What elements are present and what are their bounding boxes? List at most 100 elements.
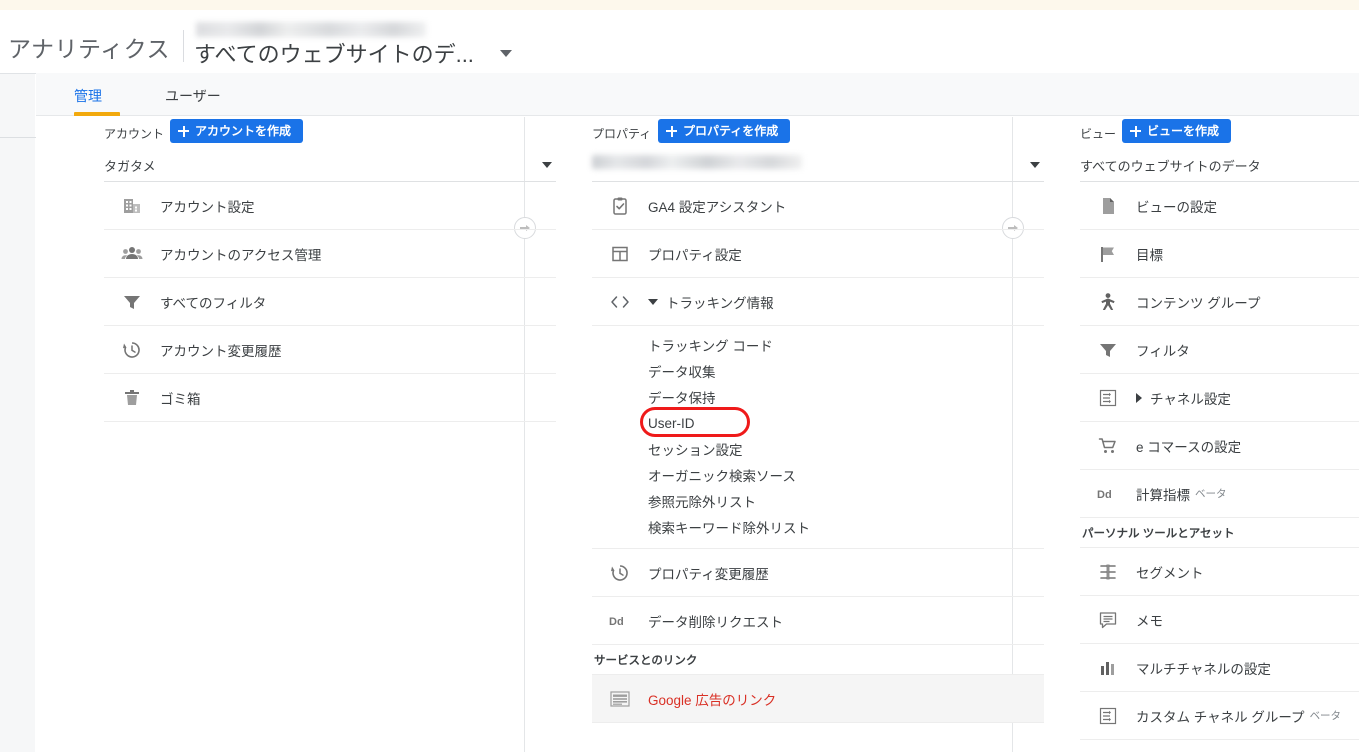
calculated-metrics-row[interactable]: Dd 計算指標 ベータ [1080,470,1359,518]
channel-arrows-icon [1096,386,1120,410]
calculated-metrics-beta-badge: ベータ [1195,488,1227,500]
chevron-down-icon[interactable] [1030,162,1040,168]
create-account-label: アカウントを作成 [195,124,292,138]
ga4-setup-assistant-row[interactable]: GA4 設定アシスタント [592,182,1044,230]
document-icon [1096,194,1120,218]
content-grouping-label: コンテンツ グループ [1136,295,1261,311]
account-access-management-label: アカウントのアクセス管理 [160,247,322,263]
user-id-label: User-ID [648,415,695,431]
chevron-down-icon[interactable] [542,162,552,168]
channel-settings-row[interactable]: チャネル設定 [1080,374,1359,422]
account-name-redacted [196,22,426,37]
svg-text:Dd: Dd [609,616,624,628]
referral-exclusion-list-label: 参照元除外リスト [648,495,756,510]
content-grouping-row[interactable]: コンテンツ グループ [1080,278,1359,326]
segments-row[interactable]: セグメント [1080,548,1359,596]
plus-icon [666,125,677,137]
view-selector[interactable]: すべてのウェブサイトのデータ [1080,151,1359,182]
data-deletion-requests-row[interactable]: Dd データ削除リクエスト [592,597,1044,645]
property-selector[interactable] [592,151,1044,182]
multi-channel-settings-label: マルチチャネルの設定 [1136,661,1271,677]
create-view-button[interactable]: ビューを作成 [1122,119,1232,143]
property-name-redacted [592,155,802,169]
app-brand-title: アナリティクス [8,36,170,62]
header-divider [183,30,184,62]
google-ads-linking-row[interactable]: Google 広告のリンク [592,675,1044,723]
create-property-button[interactable]: プロパティを作成 [658,119,791,143]
user-id-row[interactable]: User-ID [592,407,1044,437]
trash-icon [120,386,144,410]
dd-icon: Dd [608,609,632,633]
account-change-history-row[interactable]: アカウント変更履歴 [104,326,556,374]
tab-active-underline [74,112,120,116]
rail-divider [0,73,36,74]
session-settings-row[interactable]: セッション設定 [592,436,1044,462]
property-change-history-label: プロパティ変更履歴 [648,566,769,582]
ecommerce-settings-row[interactable]: e コマースの設定 [1080,422,1359,470]
account-selector[interactable]: タガタメ [104,151,556,182]
account-access-management-row[interactable]: アカウントのアクセス管理 [104,230,556,278]
view-filters-row[interactable]: フィルタ [1080,326,1359,374]
data-collection-label: データ収集 [648,365,716,380]
chevron-right-icon[interactable] [1136,392,1142,403]
view-column-label: ビュー [1080,127,1117,141]
google-ads-linking-label: Google 広告のリンク [648,692,777,708]
service-links-section-header: サービスとのリンク [592,645,1044,675]
custom-channel-grouping-row[interactable]: カスタム チャネル グループ ベータ [1080,692,1359,740]
segments-icon [1096,560,1120,584]
account-column-header: アカウント アカウントを作成 [104,117,556,149]
code-brackets-icon [608,290,632,314]
account-selector-value: タガタメ [104,159,156,174]
bars-icon [1096,656,1120,680]
account-settings-row[interactable]: アカウント設定 [104,182,556,230]
annotations-row[interactable]: メモ [1080,596,1359,644]
tracking-code-row[interactable]: トラッキング コード [592,332,1044,358]
funnel-icon [1096,338,1120,362]
personal-tools-section-header: パーソナル ツールとアセット [1080,518,1359,548]
all-filters-row[interactable]: すべてのフィルタ [104,278,556,326]
tab-admin[interactable]: 管理 [74,86,102,106]
search-term-exclusion-list-row[interactable]: 検索キーワード除外リスト [592,514,1044,540]
rail-top-strip [0,0,36,10]
ecommerce-settings-label: e コマースの設定 [1136,439,1242,455]
calculated-metrics-label: 計算指標 [1136,487,1190,503]
cart-icon [1096,434,1120,458]
service-links-section-label: サービスとのリンク [594,654,698,667]
property-window-icon [608,242,632,266]
property-column-header: プロパティ プロパティを作成 [592,117,1044,149]
create-account-button[interactable]: アカウントを作成 [170,119,304,143]
personal-tools-section-label: パーソナル ツールとアセット [1082,527,1235,540]
create-property-label: プロパティを作成 [683,124,779,138]
svg-text:Dd: Dd [1097,489,1112,501]
create-view-label: ビューを作成 [1147,124,1220,138]
rail-line [0,137,36,138]
person-icon [1096,290,1120,314]
tab-users[interactable]: ユーザー [165,86,221,106]
property-column: プロパティ プロパティを作成 GA4 設定アシスタント プロパティ設定 トラッキ… [592,117,1044,723]
left-nav-rail [0,0,36,752]
data-collection-row[interactable]: データ収集 [592,358,1044,384]
all-filters-label: すべてのフィルタ [160,295,267,311]
property-selector-title[interactable]: すべてのウェブサイトのデ... [194,37,474,69]
ads-list-icon [608,687,632,711]
view-column-header: ビュー ビューを作成 [1080,117,1359,149]
organic-search-sources-row[interactable]: オーガニック検索ソース [592,462,1044,488]
session-settings-label: セッション設定 [648,443,743,458]
search-term-exclusion-list-label: 検索キーワード除外リスト [648,521,810,536]
clipboard-check-icon [608,194,632,218]
ga4-setup-assistant-label: GA4 設定アシスタント [648,199,787,215]
chevron-down-icon[interactable] [500,50,512,57]
data-retention-row[interactable]: データ保持 [592,384,1044,410]
analytics-admin-page: アナリティクス すべてのウェブサイトのデ... 管理 ユーザー アカウント アカ… [0,0,1359,752]
multi-channel-settings-row[interactable]: マルチチャネルの設定 [1080,644,1359,692]
referral-exclusion-list-row[interactable]: 参照元除外リスト [592,488,1044,514]
chevron-down-icon[interactable] [648,298,658,305]
trash-row[interactable]: ゴミ箱 [104,374,556,422]
tracking-info-row[interactable]: トラッキング情報 [592,278,1044,326]
goals-label: 目標 [1136,247,1163,263]
view-settings-row[interactable]: ビューの設定 [1080,182,1359,230]
property-change-history-row[interactable]: プロパティ変更履歴 [592,549,1044,597]
property-settings-row[interactable]: プロパティ設定 [592,230,1044,278]
goals-row[interactable]: 目標 [1080,230,1359,278]
segments-label: セグメント [1136,565,1204,581]
